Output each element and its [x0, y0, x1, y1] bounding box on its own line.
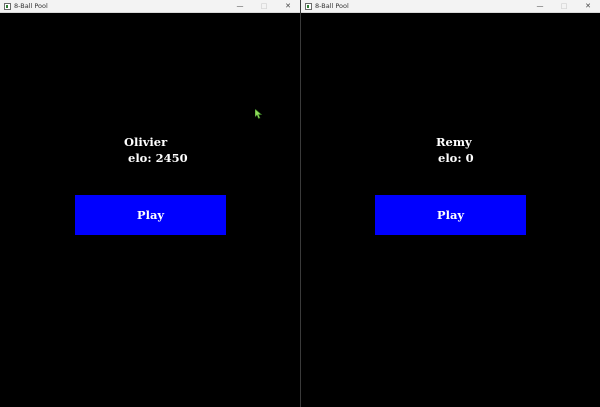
- maximize-button[interactable]: □: [552, 0, 576, 13]
- window-controls: — □ ✕: [228, 0, 300, 13]
- close-button[interactable]: ✕: [576, 0, 600, 13]
- window-controls: — □ ✕: [528, 0, 600, 13]
- player-elo: elo: 0: [438, 151, 474, 165]
- minimize-button[interactable]: —: [228, 0, 252, 13]
- player-elo: elo: 2450: [128, 151, 188, 165]
- game-window-olivier: 8-Ball Pool — □ ✕ Olivier elo: 2450 Play: [0, 0, 300, 407]
- close-button[interactable]: ✕: [276, 0, 300, 13]
- window-titlebar[interactable]: 8-Ball Pool — □ ✕: [301, 0, 600, 13]
- minimize-button[interactable]: —: [528, 0, 552, 13]
- window-titlebar[interactable]: 8-Ball Pool — □ ✕: [0, 0, 300, 13]
- player-name: Olivier: [124, 135, 168, 149]
- game-canvas: Olivier elo: 2450 Play: [0, 13, 300, 407]
- play-button[interactable]: Play: [375, 195, 526, 235]
- window-title: 8-Ball Pool: [14, 2, 48, 10]
- window-title: 8-Ball Pool: [315, 2, 349, 10]
- maximize-button[interactable]: □: [252, 0, 276, 13]
- mouse-cursor-icon: [255, 109, 263, 119]
- desktop: 8-Ball Pool — □ ✕ Olivier elo: 2450 Play…: [0, 0, 600, 407]
- game-canvas: Remy elo: 0 Play: [301, 13, 600, 407]
- app-icon: [4, 2, 11, 10]
- game-window-remy: 8-Ball Pool — □ ✕ Remy elo: 0 Play: [301, 0, 600, 407]
- player-name: Remy: [436, 135, 472, 149]
- play-button[interactable]: Play: [75, 195, 226, 235]
- app-icon: [305, 2, 312, 10]
